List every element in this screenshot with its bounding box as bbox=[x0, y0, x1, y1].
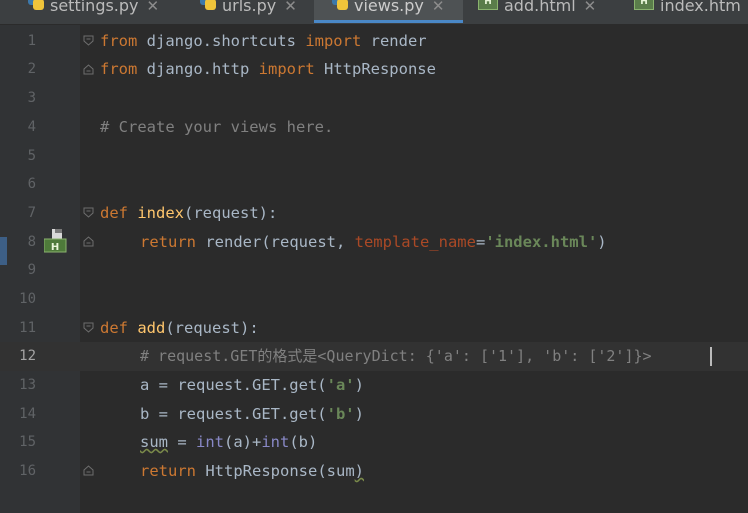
line-number: 4 bbox=[27, 119, 36, 135]
code-line-11: def add(request): bbox=[100, 319, 259, 337]
close-icon[interactable]: ✕ bbox=[432, 0, 445, 15]
code-line-16: return HttpResponse(sum) bbox=[140, 462, 364, 480]
fold-marker-icon[interactable] bbox=[83, 465, 94, 476]
close-icon[interactable]: ✕ bbox=[584, 0, 597, 15]
line-number: 15 bbox=[19, 434, 36, 450]
line-number: 9 bbox=[27, 262, 36, 278]
code-line-2: from django.http import HttpResponse bbox=[100, 60, 436, 78]
fold-marker-icon[interactable] bbox=[83, 236, 94, 247]
html-file-icon: H bbox=[634, 0, 654, 10]
tab-label: index.htm bbox=[660, 0, 741, 15]
code-line-12: # request.GET的格式是<QueryDict: {'a': ['1']… bbox=[140, 347, 652, 365]
line-number: 5 bbox=[27, 148, 36, 164]
line-number: 7 bbox=[27, 205, 36, 221]
tab-label: settings.py bbox=[50, 0, 139, 15]
code-line-1: from django.shortcuts import render bbox=[100, 32, 427, 50]
python-file-icon bbox=[200, 0, 216, 10]
code-line-4: # Create your views here. bbox=[100, 118, 334, 136]
line-number: 16 bbox=[19, 463, 36, 479]
close-icon[interactable]: ✕ bbox=[284, 0, 297, 15]
line-number: 10 bbox=[19, 291, 36, 307]
tab-settings-py[interactable]: settings.py ✕ bbox=[28, 0, 159, 23]
line-number: 6 bbox=[27, 176, 36, 192]
svg-text:H: H bbox=[51, 242, 59, 253]
editor-tab-bar: settings.py ✕ urls.py ✕ views.py ✕ Hadd.htm… bbox=[0, 0, 748, 25]
code-line-15: sum = int(a)+int(b) bbox=[140, 433, 318, 451]
tab-index-html[interactable]: Hindex.htm bbox=[634, 0, 741, 23]
line-number: 1 bbox=[27, 33, 36, 49]
code-line-13: a = request.GET.get('a') bbox=[140, 376, 364, 394]
fold-marker-icon[interactable] bbox=[83, 35, 94, 46]
python-file-icon bbox=[332, 0, 348, 10]
line-number: 14 bbox=[19, 406, 36, 422]
fold-marker-icon[interactable] bbox=[83, 322, 94, 333]
line-number: 2 bbox=[27, 61, 36, 77]
tab-add-html[interactable]: Hadd.html ✕ bbox=[478, 0, 596, 23]
line-number: 8 bbox=[27, 234, 36, 250]
close-icon[interactable]: ✕ bbox=[147, 0, 160, 15]
tab-urls-py[interactable]: urls.py ✕ bbox=[200, 0, 297, 23]
fold-marker-icon[interactable] bbox=[83, 64, 94, 75]
line-number: 3 bbox=[27, 90, 36, 106]
line-number: 13 bbox=[19, 377, 36, 393]
code-line-7: def index(request): bbox=[100, 204, 278, 222]
tab-label: urls.py bbox=[222, 0, 277, 15]
tab-label: add.html bbox=[504, 0, 576, 15]
line-number-current: 12 bbox=[19, 348, 36, 364]
code-line-8: return render(request, template_name='in… bbox=[140, 233, 607, 251]
html-file-icon: H bbox=[478, 0, 498, 10]
text-caret bbox=[710, 347, 712, 366]
code-line-14: b = request.GET.get('b') bbox=[140, 405, 364, 423]
python-file-icon bbox=[28, 0, 44, 10]
tab-label: views.py bbox=[354, 0, 424, 15]
line-number: 11 bbox=[19, 320, 36, 336]
fold-marker-icon[interactable] bbox=[83, 207, 94, 218]
tab-views-py[interactable]: views.py ✕ bbox=[314, 0, 463, 23]
related-template-icon[interactable]: H bbox=[43, 229, 68, 253]
